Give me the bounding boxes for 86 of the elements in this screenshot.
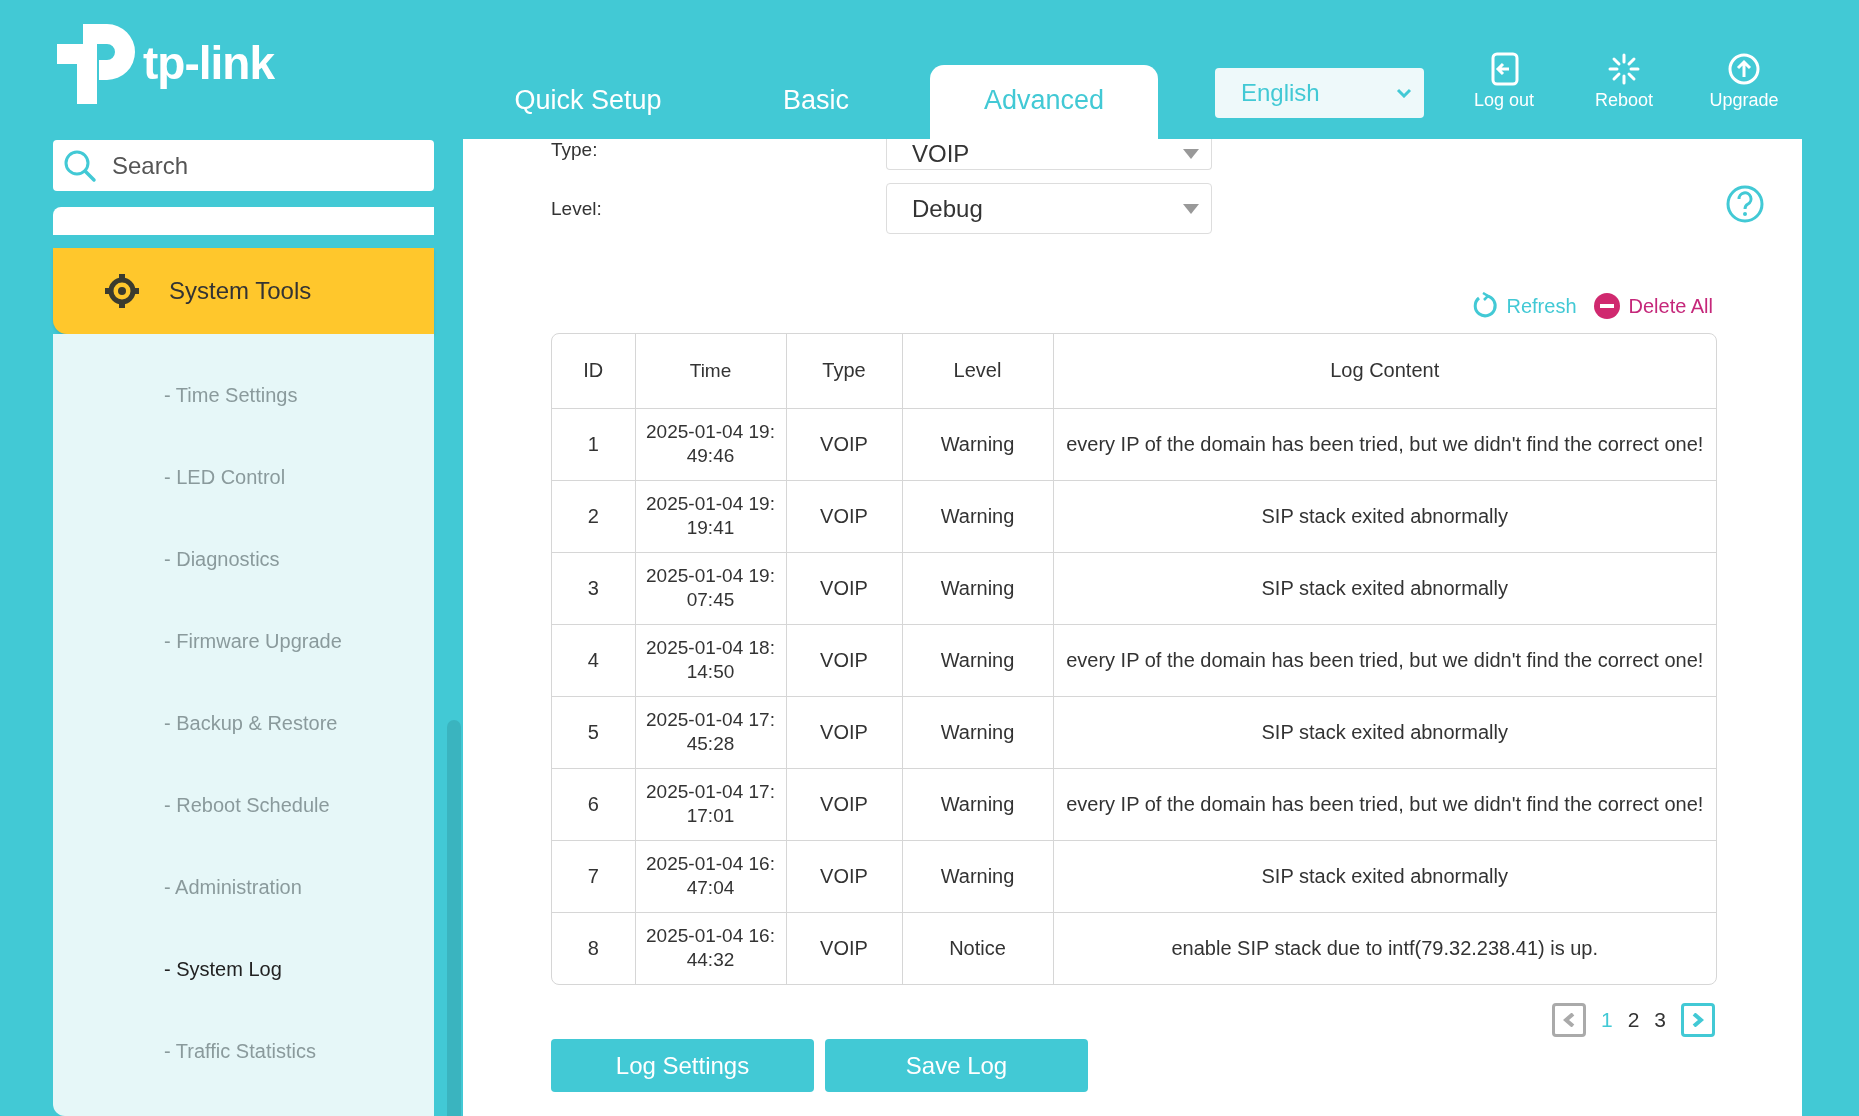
chevron-down-icon	[1396, 88, 1412, 98]
menu-item[interactable]: - Traffic Statistics	[53, 1010, 434, 1092]
menu-item[interactable]: - Diagnostics	[53, 518, 434, 600]
menu-item[interactable]: - Reboot Schedule	[53, 764, 434, 846]
column-header: ID	[552, 334, 635, 408]
table-cell: 5	[552, 696, 635, 768]
table-cell: VOIP	[786, 624, 902, 696]
column-header: Level	[902, 334, 1053, 408]
menu-section[interactable]: System Tools	[53, 248, 434, 334]
table-cell: 7	[552, 840, 635, 912]
table-cell: every IP of the domain has been tried, but we didn't find the correct one!	[1053, 768, 1716, 840]
caret-down-icon	[1183, 149, 1199, 159]
field-label: Type:	[551, 139, 599, 161]
table-cell: Notice	[902, 912, 1053, 984]
table-cell: 2025-01-04 18:14:50	[635, 624, 786, 696]
page-number[interactable]: 3	[1654, 1008, 1666, 1032]
language-select[interactable]: English	[1215, 68, 1424, 118]
table-cell: Warning	[902, 696, 1053, 768]
column-header: Log Content	[1053, 334, 1716, 408]
help-icon	[1725, 184, 1765, 224]
table-cell: Warning	[902, 408, 1053, 480]
table-cell: Warning	[902, 624, 1053, 696]
delete-all-link[interactable]: Delete All	[1592, 292, 1713, 320]
table-cell: Warning	[902, 768, 1053, 840]
table-cell: VOIP	[786, 408, 902, 480]
refresh-link[interactable]: Refresh	[1470, 292, 1577, 320]
table-cell: 8	[552, 912, 635, 984]
logo-text: tp-link	[143, 36, 274, 90]
dropdown-field[interactable]: VOIP	[886, 139, 1212, 170]
action-button[interactable]: Save Log	[825, 1039, 1088, 1092]
header-action-button[interactable]: Upgrade	[1684, 52, 1804, 111]
minus-circle-icon	[1592, 292, 1621, 320]
table-cell: Warning	[902, 840, 1053, 912]
field-label: Level:	[551, 197, 603, 220]
table-cell: SIP stack exited abnormally	[1053, 840, 1716, 912]
table-cell: Warning	[902, 552, 1053, 624]
table-cell: Warning	[902, 480, 1053, 552]
next-page-button[interactable]	[1681, 1003, 1715, 1037]
table-cell: 3	[552, 552, 635, 624]
chevron-right-icon	[1692, 1013, 1704, 1027]
table-cell: 2025-01-04 17:17:01	[635, 768, 786, 840]
table-cell: VOIP	[786, 552, 902, 624]
table-cell: SIP stack exited abnormally	[1053, 480, 1716, 552]
caret-down-icon	[1183, 203, 1199, 214]
table-cell: 2025-01-04 16:44:32	[635, 912, 786, 984]
table-cell: 4	[552, 624, 635, 696]
menu-item[interactable]: - System Log	[53, 928, 434, 1010]
table-cell: 2025-01-04 16:47:04	[635, 840, 786, 912]
header-action-button[interactable]: Log out	[1444, 52, 1564, 111]
chevron-left-icon	[1562, 1013, 1575, 1027]
table-cell: 2025-01-04 17:45:28	[635, 696, 786, 768]
table-cell: every IP of the domain has been tried, but we didn't find the correct one!	[1053, 408, 1716, 480]
dropdown-field[interactable]: Debug	[886, 183, 1212, 234]
column-header: Type	[786, 334, 902, 408]
table-cell: VOIP	[786, 480, 902, 552]
search-field[interactable]: Search	[53, 140, 434, 191]
table-cell: SIP stack exited abnormally	[1053, 552, 1716, 624]
reboot-icon	[1607, 52, 1641, 86]
upgrade-icon	[1727, 52, 1761, 86]
menu-item[interactable]: - Firmware Upgrade	[53, 600, 434, 682]
page-number[interactable]: 1	[1600, 1008, 1613, 1032]
table-cell: 6	[552, 768, 635, 840]
table-cell: 1	[552, 408, 635, 480]
nav-tab[interactable]: Basic	[702, 65, 930, 139]
menu-item[interactable]: - Time Settings	[53, 354, 434, 436]
table-cell: 2025-01-04 19:19:41	[635, 480, 786, 552]
table-cell: SIP stack exited abnormally	[1053, 696, 1716, 768]
column-header: Time	[635, 334, 786, 408]
table-cell: VOIP	[786, 768, 902, 840]
menu-item[interactable]: - LED Control	[53, 436, 434, 518]
menu-item[interactable]: - Administration	[53, 846, 434, 928]
table-cell: 2025-01-04 19:07:45	[635, 552, 786, 624]
action-button[interactable]: Log Settings	[551, 1039, 814, 1092]
table-cell: every IP of the domain has been tried, but we didn't find the correct one!	[1053, 624, 1716, 696]
table-cell: 2025-01-04 19:49:46	[635, 408, 786, 480]
nav-tab[interactable]: Quick Setup	[474, 65, 702, 139]
gear-icon	[103, 272, 141, 310]
header-action-button[interactable]: Reboot	[1564, 52, 1684, 111]
table-cell: enable SIP stack due to intf(79.32.238.41) is up.	[1053, 912, 1716, 984]
table-cell: VOIP	[786, 912, 902, 984]
table-cell: VOIP	[786, 840, 902, 912]
table-cell: 2	[552, 480, 635, 552]
nav-tab[interactable]: Advanced	[930, 65, 1158, 139]
page-number[interactable]: 2	[1627, 1008, 1640, 1032]
menu-item[interactable]: - Backup & Restore	[53, 682, 434, 764]
table-cell: VOIP	[786, 696, 902, 768]
